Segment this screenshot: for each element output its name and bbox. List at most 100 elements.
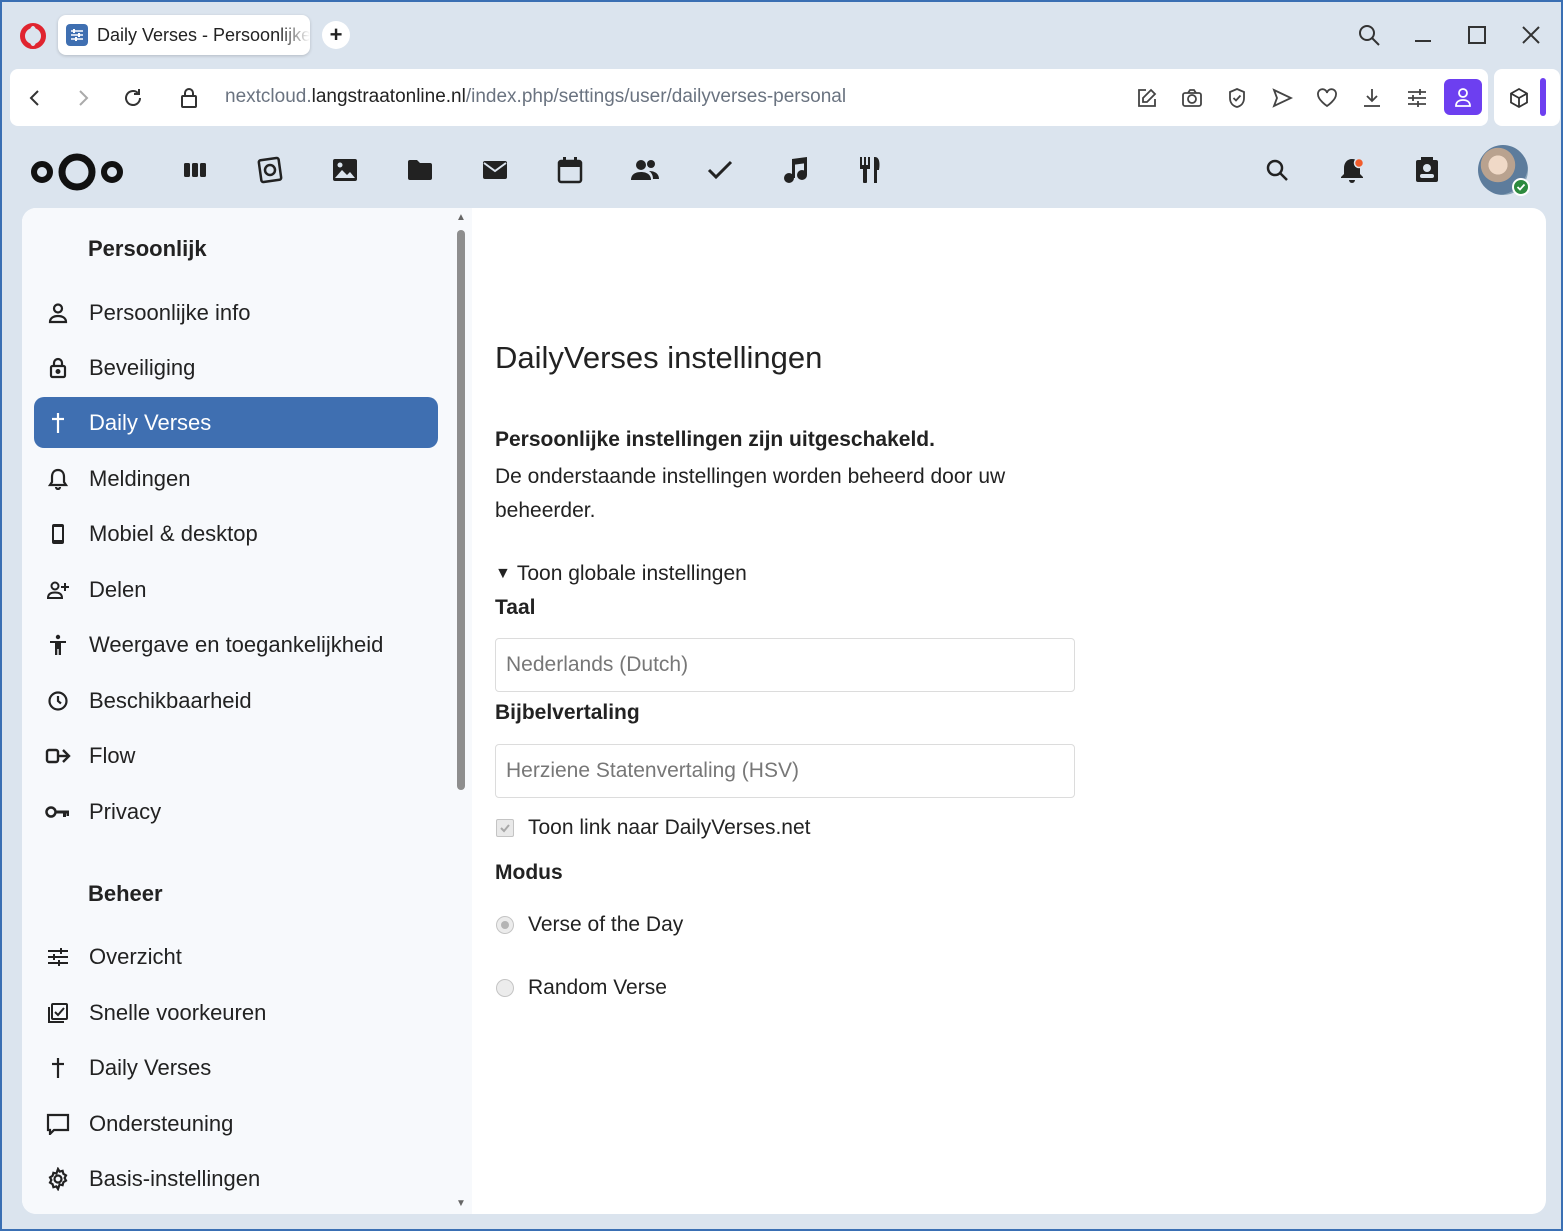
language-select-value: Nederlands (Dutch) [506,653,689,676]
contacts-menu-icon[interactable] [1409,152,1445,188]
translation-select[interactable]: Herziene Statenvertaling (HSV) [495,744,1075,798]
disabled-notice-title: Persoonlijke instellingen zijn uitgescha… [495,428,935,451]
settings-main: DailyVerses instellingen Persoonlijke in… [495,208,1545,1214]
mode-option-verse-of-the-day[interactable]: Verse of the Day [495,913,683,937]
sidebar-item-label: Beveiliging [89,354,196,380]
sidebar-item-label: Persoonlijke info [89,299,251,325]
send-icon[interactable] [1267,83,1297,113]
share-user-icon [34,566,82,614]
show-link-label: Toon link naar DailyVerses.net [528,816,811,839]
personal-heading: Persoonlijk [88,236,207,261]
cross-icon [34,399,82,447]
sidebar-item-label: Daily Verses [89,409,212,435]
heart-icon[interactable] [1312,83,1342,113]
page-title: DailyVerses instellingen [495,340,823,375]
calendar-app-icon[interactable] [552,152,588,188]
easy-setup-icon[interactable] [1402,83,1432,113]
camera-icon[interactable] [1177,83,1207,113]
cookbook-app-icon[interactable] [852,152,888,188]
mode-radio-random-verse[interactable] [496,979,514,997]
flow-icon [34,732,82,780]
sidebar-item-daily-verses-admin[interactable]: Daily Verses [34,1042,438,1093]
sidebar-item-persoonlijke-info[interactable]: Persoonlijke info [34,287,438,338]
sidebar-item-beschikbaarheid[interactable]: Beschikbaarheid [34,675,438,726]
sidebar-item-label: Basis-instellingen [89,1165,261,1191]
memories-app-icon[interactable] [252,152,288,188]
sidebar-item-delen[interactable]: Delen [34,564,438,615]
browser-tab[interactable]: Daily Verses - Persoonlijke instellingen [58,15,310,55]
bell-icon [34,455,82,503]
dashboard-app-icon[interactable] [177,152,213,188]
sidebar-item-privacy[interactable]: Privacy [34,786,438,837]
extensions-cube-icon[interactable] [1504,83,1534,113]
sidebar-item-flow[interactable]: Flow [34,730,438,781]
tune-icon [34,933,82,981]
lock-icon[interactable] [172,81,206,115]
mode-option-label: Verse of the Day [528,913,684,936]
minimize-icon[interactable] [1406,18,1440,52]
browser-window: Daily Verses - Persoonlijke instellingen… [0,0,1563,1231]
phone-icon [34,510,82,558]
language-select[interactable]: Nederlands (Dutch) [495,638,1075,692]
mode-radio-verse-of-the-day[interactable] [496,916,514,934]
photos-app-icon[interactable] [327,152,363,188]
shield-icon[interactable] [1222,83,1252,113]
sidebar-item-ondersteuning[interactable]: Ondersteuning [34,1098,438,1149]
tab-title: Daily Verses - Persoonlijke instellingen [97,24,310,45]
nextcloud-logo-icon[interactable] [30,150,126,194]
edit-share-icon[interactable] [1132,83,1162,113]
key-icon [34,788,82,836]
scroll-down-arrow-icon[interactable]: ▼ [456,1198,466,1209]
online-status-icon [1512,178,1530,196]
checklist-icon [34,989,82,1037]
content-area: Persoonlijk Persoonlijke info Beveiligin… [22,208,1546,1214]
sidebar-item-daily-verses[interactable]: Daily Verses [34,397,438,448]
sidebar-item-label: Daily Verses [89,1054,212,1080]
settings-favicon-icon [66,24,88,46]
notifications-bell-icon[interactable] [1334,152,1370,188]
mode-option-label: Random Verse [528,976,667,999]
url-host: langstraatonline.nl [311,86,466,107]
sidebar-item-overzicht[interactable]: Overzicht [34,931,438,982]
global-settings-toggle[interactable]: ▼ Toon globale instellingen [495,562,747,586]
tasks-app-icon[interactable] [702,152,738,188]
download-icon[interactable] [1357,83,1387,113]
scroll-up-arrow-icon[interactable]: ▲ [456,212,466,223]
user-avatar[interactable] [1478,145,1530,196]
sidebar-item-weergave[interactable]: Weergave en toegankelijkheid [34,619,438,670]
reload-button[interactable] [116,81,150,115]
sidebar-item-snelle-voorkeuren[interactable]: Snelle voorkeuren [34,987,438,1038]
close-window-icon[interactable] [1514,18,1548,52]
sidebar-scrollbar-thumb[interactable] [457,230,465,790]
sidebar-item-label: Overzicht [89,943,182,969]
sidebar-item-beveiliging[interactable]: Beveiliging [34,342,438,393]
sidebar-item-label: Snelle voorkeuren [89,999,267,1025]
sidebar-item-mobiel-desktop[interactable]: Mobiel & desktop [34,508,438,559]
back-button[interactable] [18,81,52,115]
music-app-icon[interactable] [777,152,813,188]
maximize-icon[interactable] [1460,18,1494,52]
files-app-icon[interactable] [402,152,438,188]
search-tabs-icon[interactable] [1352,18,1386,52]
url-field[interactable]: nextcloud.langstraatonline.nl/index.php/… [225,86,846,108]
sidebar-item-label: Beschikbaarheid [89,687,252,713]
sidebar-item-meldingen[interactable]: Meldingen [34,453,438,504]
sidebar-item-basis-instellingen[interactable]: Basis-instellingen [34,1153,438,1204]
profile-button[interactable] [1444,79,1482,115]
new-tab-button[interactable]: + [322,21,350,49]
language-label: Taal [495,596,536,619]
translation-label: Bijbelvertaling [495,701,640,724]
search-icon[interactable] [1259,152,1295,188]
opera-logo-icon[interactable] [20,23,46,49]
sidebar-item-label: Mobiel & desktop [89,520,258,546]
mail-app-icon[interactable] [477,152,513,188]
show-link-checkbox[interactable] [496,819,514,837]
forward-button[interactable] [66,81,100,115]
disabled-notice-text: De onderstaande instellingen worden behe… [495,465,1006,522]
contacts-app-icon[interactable] [627,152,663,188]
show-link-checkbox-row[interactable]: Toon link naar DailyVerses.net [495,816,811,840]
address-bar: nextcloud.langstraatonline.nl/index.php/… [10,69,1488,126]
triangle-down-icon: ▼ [495,565,511,582]
sidebar-toggle-bar[interactable] [1540,78,1546,116]
mode-option-random-verse[interactable]: Random Verse [495,976,667,1000]
